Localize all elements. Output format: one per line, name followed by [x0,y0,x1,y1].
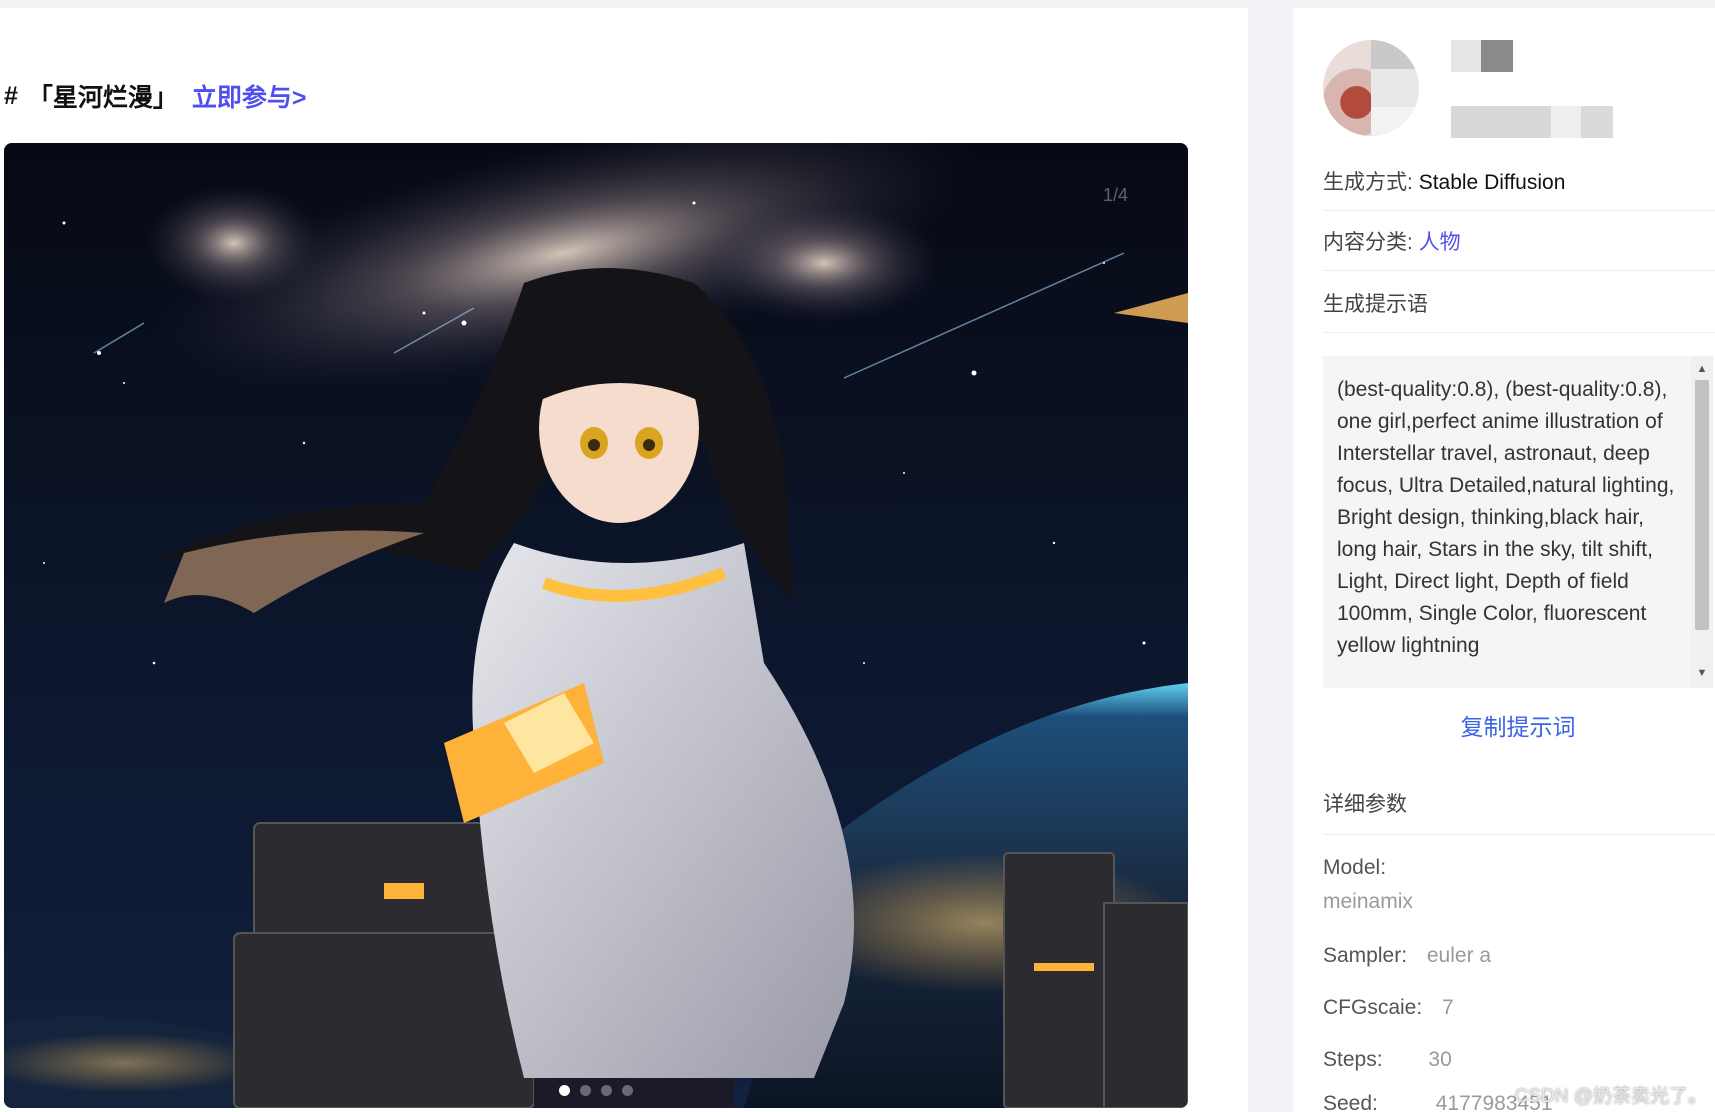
param-cfg-label: CFGscaie: [1323,996,1423,1019]
scroll-thumb[interactable] [1695,380,1709,630]
slide-counter: 1/4 [1102,185,1128,205]
author-avatar[interactable] [1323,40,1419,136]
post-panel: # 「星河烂漫」 立即参与> 1/4 [0,8,1248,1112]
prompt-scrollbar[interactable]: ▲ ▼ [1691,356,1713,688]
prompt-textbox[interactable]: (best-quality:0.8), (best-quality:0.8), … [1323,356,1713,688]
watermark: CSDN @奶茶卖光了。 [1514,1086,1707,1107]
copy-prompt-button[interactable]: 复制提示词 [1323,708,1713,742]
params-title-label: 详细参数 [1323,793,1407,816]
param-steps: Steps: 30 [1323,1048,1452,1072]
param-model-value: meinamix [1323,890,1413,913]
topic-name: 「星河烂漫」 [27,84,178,112]
topic-hash: # [4,81,18,110]
generation-method-label: 生成方式: [1323,171,1413,194]
prompt-title-row: 生成提示语 [1323,288,1715,333]
param-model: Model: meinamix [1323,856,1413,914]
prompt-label: 生成提示语 [1323,293,1428,316]
scroll-down-icon[interactable]: ▼ [1691,664,1713,682]
param-seed-label: Seed: [1323,1092,1378,1112]
param-model-label: Model: [1323,856,1387,879]
param-cfg-value: 7 [1442,996,1454,1019]
slide-dot-4[interactable] [622,1085,633,1096]
param-steps-value: 30 [1428,1048,1452,1071]
params-title: 详细参数 [1323,788,1715,835]
generation-method-value: Stable Diffusion [1418,171,1566,194]
scroll-up-icon[interactable]: ▲ [1691,360,1713,378]
slide-dot-2[interactable] [580,1085,591,1096]
topic-header: # 「星河烂漫」 立即参与> [4,78,307,114]
param-steps-label: Steps: [1323,1048,1383,1071]
author-name-redacted[interactable] [1451,40,1513,77]
artwork-image [4,143,1188,1108]
generation-method-row: 生成方式: Stable Diffusion [1323,166,1715,211]
slide-dot-3[interactable] [601,1085,612,1096]
slide-dots[interactable] [4,1085,1188,1096]
param-sampler: Sampler: euler a [1323,944,1491,968]
param-sampler-label: Sampler: [1323,944,1408,967]
category-row: 内容分类: 人物 [1323,226,1715,271]
param-cfg: CFGscaie: 7 [1323,996,1454,1020]
param-sampler-value: euler a [1426,944,1492,967]
category-label: 内容分类: [1323,231,1413,254]
author-info-redacted [1451,106,1613,138]
avatar-mosaic [1371,40,1419,136]
artwork-image-viewer[interactable]: 1/4 [4,143,1188,1108]
join-topic-link[interactable]: 立即参与> [192,78,307,114]
category-link[interactable]: 人物 [1419,231,1461,254]
details-panel: 生成方式: Stable Diffusion 内容分类: 人物 生成提示语 (b… [1293,8,1715,1112]
prompt-text: (best-quality:0.8), (best-quality:0.8), … [1337,378,1675,657]
slide-dot-1[interactable] [559,1085,570,1096]
